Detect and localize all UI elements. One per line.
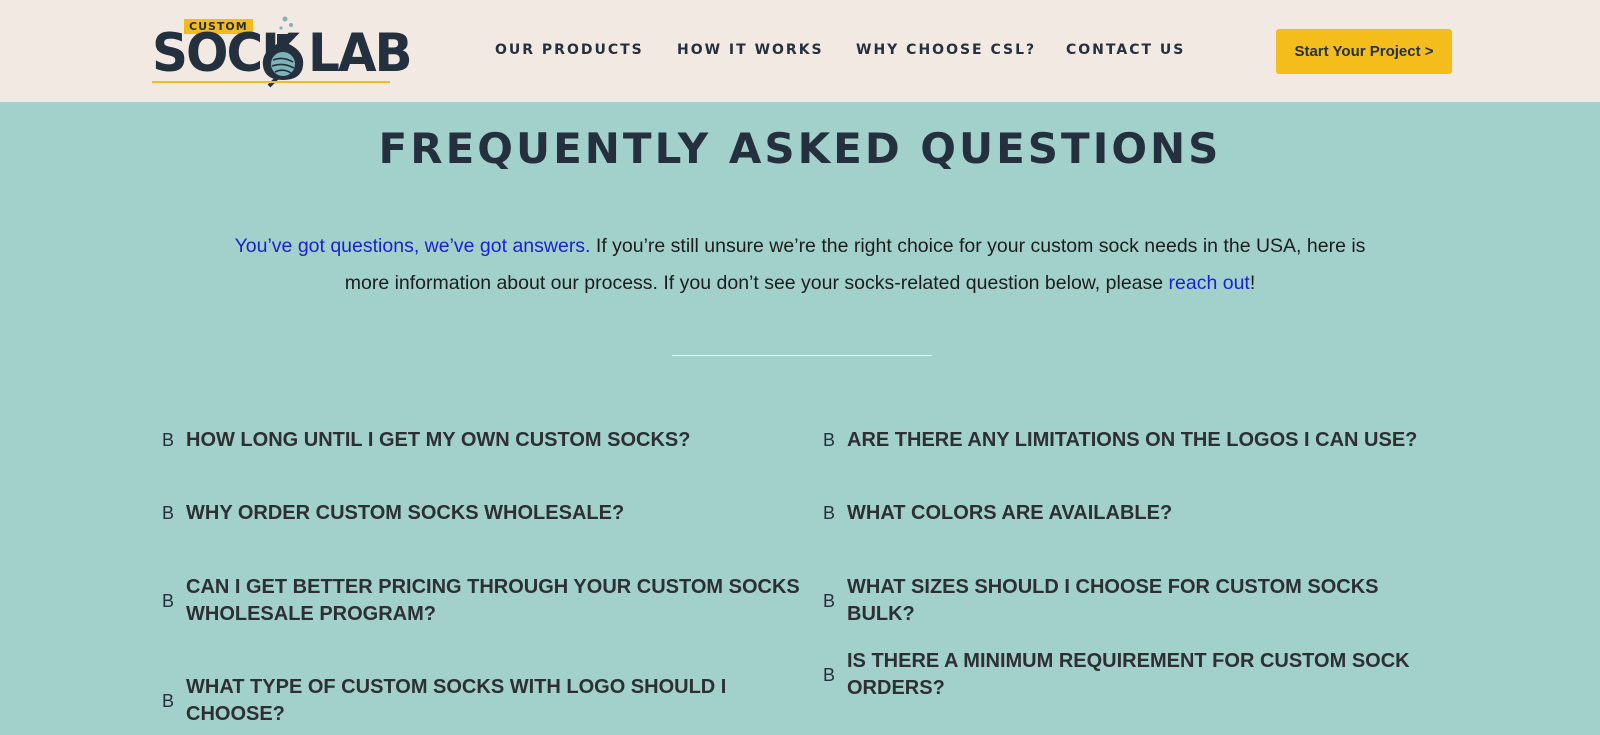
- intro-end: !: [1249, 272, 1256, 294]
- faq-item-better-pricing[interactable]: B CAN I GET BETTER PRICING THROUGH YOUR …: [162, 574, 802, 628]
- section-divider: [672, 355, 932, 356]
- faq-question: WHAT TYPE OF CUSTOM SOCKS WITH LOGO SHOU…: [186, 676, 727, 725]
- faq-question: WHY ORDER CUSTOM SOCKS WHOLESALE?: [186, 502, 625, 524]
- nav-how-it-works[interactable]: HOW IT WORKS: [677, 42, 824, 58]
- nav-why-choose-csl[interactable]: WHY CHOOSE CSL?: [856, 42, 1036, 58]
- faq-item-sizes[interactable]: B WHAT SIZES SHOULD I CHOOSE FOR CUSTOM …: [823, 574, 1443, 628]
- faq-item-sock-type[interactable]: B WHAT TYPE OF CUSTOM SOCKS WITH LOGO SH…: [162, 674, 802, 728]
- logo-underline: [152, 81, 390, 83]
- faq-item-colors[interactable]: B WHAT COLORS ARE AVAILABLE?: [823, 500, 1443, 527]
- accordion-toggle-icon: B: [162, 690, 175, 711]
- faq-title: FREQUENTLY ASKED QUESTIONS: [378, 124, 1222, 173]
- faq-question: WHAT SIZES SHOULD I CHOOSE FOR CUSTOM SO…: [847, 576, 1379, 625]
- logo-word-lab: LAB: [308, 22, 413, 84]
- accordion-toggle-icon: B: [162, 503, 175, 523]
- faq-question: HOW LONG UNTIL I GET MY OWN CUSTOM SOCKS…: [186, 429, 691, 451]
- faq-question: WHAT COLORS ARE AVAILABLE?: [847, 502, 1173, 524]
- faq-question: CAN I GET BETTER PRICING THROUGH YOUR CU…: [186, 576, 800, 625]
- accordion-toggle-icon: B: [823, 430, 836, 450]
- faq-intro: You’ve got questions, we’ve got answers.…: [220, 228, 1380, 302]
- faq-item-minimum[interactable]: B IS THERE A MINIMUM REQUIREMENT FOR CUS…: [823, 648, 1443, 702]
- accordion-toggle-icon: B: [823, 590, 836, 611]
- accordion-toggle-icon: B: [823, 664, 836, 685]
- accordion-toggle-icon: B: [162, 590, 175, 611]
- accordion-toggle-icon: B: [162, 430, 175, 450]
- questions-answers-link[interactable]: You’ve got questions, we’ve got answers.: [235, 235, 591, 257]
- faq-item-why-wholesale[interactable]: B WHY ORDER CUSTOM SOCKS WHOLESALE?: [162, 500, 802, 527]
- accordion-toggle-icon: B: [823, 503, 836, 523]
- faq-question: IS THERE A MINIMUM REQUIREMENT FOR CUSTO…: [847, 650, 1410, 699]
- start-your-project-button[interactable]: Start Your Project >: [1276, 29, 1452, 74]
- site-header: CUSTOM SOCK LAB OUR PRODUCTS HOW IT WORK…: [0, 0, 1600, 102]
- nav-contact-us[interactable]: CONTACT US: [1066, 42, 1185, 58]
- nav-our-products[interactable]: OUR PRODUCTS: [495, 42, 644, 58]
- reach-out-link[interactable]: reach out: [1169, 272, 1250, 294]
- custom-sock-lab-logo[interactable]: CUSTOM SOCK LAB: [152, 14, 413, 88]
- flask-yarn-icon: [262, 16, 304, 88]
- faq-item-logo-limitations[interactable]: B ARE THERE ANY LIMITATIONS ON THE LOGOS…: [823, 427, 1443, 454]
- faq-item-delivery-time[interactable]: B HOW LONG UNTIL I GET MY OWN CUSTOM SOC…: [162, 427, 802, 454]
- faq-question: ARE THERE ANY LIMITATIONS ON THE LOGOS I…: [847, 429, 1418, 451]
